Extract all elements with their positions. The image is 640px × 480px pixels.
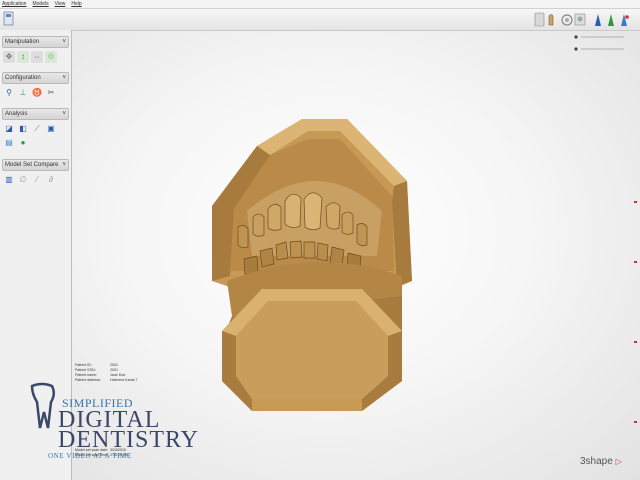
menu-models[interactable]: Models (32, 1, 48, 7)
brand-logo: 3shape ▷ (580, 456, 622, 467)
panel-configuration: Configuration ˅ ⚲ ⊥ ♉ ✂ (2, 72, 69, 102)
tool-pen-blue-icon[interactable] (595, 14, 601, 26)
space-analysis-icon[interactable]: ▣ (45, 123, 57, 135)
menu-bar: Application Models View Help (0, 0, 640, 9)
tool-pen-red-icon[interactable] (621, 14, 629, 26)
panel-manipulation: Manipulation ˅ ✥ ↕ ⇔ ♲ (2, 36, 69, 66)
panel-header[interactable]: Model Set Compare ˅ (2, 159, 69, 171)
report-icon[interactable]: ▤ (3, 137, 15, 149)
chevron-up-icon[interactable]: ˅ (62, 39, 66, 45)
rotate-model-icon[interactable]: ↕ (17, 51, 29, 63)
watermark-logo: SIMPLIFIED DIGITAL DENTISTRY ONE VIDEO A… (28, 382, 198, 462)
tool-pen-green-icon[interactable] (608, 14, 614, 26)
menu-view[interactable]: View (55, 1, 66, 7)
panel-title: Configuration (5, 75, 41, 81)
dental-model[interactable] (212, 119, 412, 411)
tooth-logo-icon (30, 382, 55, 429)
panel-analysis: Analysis ˅ ◪ ◧ ⟋ ▣ ▤ ● (2, 108, 69, 152)
panel-header[interactable]: Configuration ˅ (2, 72, 69, 84)
transform-icon[interactable]: ♲ (45, 51, 57, 63)
opacity-slider-lower[interactable] (574, 47, 624, 51)
scroll-indicator[interactable] (634, 201, 637, 423)
move-icon[interactable]: ✥ (3, 51, 15, 63)
chevron-up-icon[interactable]: ˅ (62, 111, 66, 117)
compare-models-icon[interactable]: ▥ (3, 174, 15, 186)
scale-icon[interactable]: ⇔ (31, 51, 43, 63)
cross-section-icon[interactable]: ◧ (17, 123, 29, 135)
panel-model-set-compare: Model Set Compare ˅ ▥ ∅ ⁄ ∂ (2, 159, 69, 189)
cut-icon[interactable]: ✂ (45, 87, 57, 99)
menu-application[interactable]: Application (2, 1, 26, 7)
panel-header[interactable]: Analysis ˅ (2, 108, 69, 120)
articulator-icon[interactable]: ⚲ (3, 87, 15, 99)
chevron-up-icon[interactable]: ˅ (62, 75, 66, 81)
brand-name: 3shape (580, 456, 613, 467)
main-toolbar (0, 9, 640, 31)
open-file-icon[interactable] (3, 11, 14, 26)
view-rotate-icon[interactable] (561, 14, 573, 26)
measure-icon[interactable]: ◪ (3, 123, 15, 135)
watermark-line2b: DENTISTRY (58, 427, 199, 453)
panel-header[interactable]: Manipulation ˅ (2, 36, 69, 48)
view-left-icon[interactable] (534, 12, 545, 27)
diff-icon[interactable]: ⁄ (31, 174, 43, 186)
chevron-up-icon[interactable]: ˅ (62, 162, 66, 168)
occlusion-icon[interactable]: ⊥ (17, 87, 29, 99)
panel-title: Manipulation (5, 39, 40, 45)
ruler-icon[interactable]: ⟋ (31, 123, 43, 135)
overlay-icon[interactable]: ∂ (45, 174, 57, 186)
panel-title: Analysis (5, 111, 28, 117)
opacity-slider-upper[interactable] (574, 35, 624, 39)
tooth-icon[interactable]: ♉ (31, 87, 43, 99)
location-pin-icon[interactable]: ● (17, 137, 29, 149)
view-hand-icon[interactable] (548, 14, 554, 26)
panel-title: Model Set Compare (5, 162, 59, 168)
menu-help[interactable]: Help (71, 1, 81, 7)
superimpose-icon[interactable]: ∅ (17, 174, 29, 186)
watermark-line3: ONE VIDEO AT A TIME (48, 452, 132, 460)
brand-mark-icon: ▷ (615, 457, 622, 466)
view-reset-icon[interactable] (574, 13, 586, 26)
